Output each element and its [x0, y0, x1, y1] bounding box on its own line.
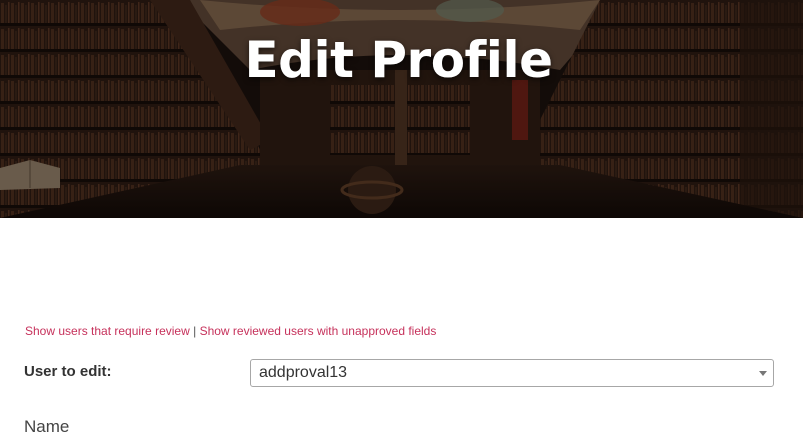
user-to-edit-selected-value: addproval13	[259, 364, 348, 381]
review-links-bar: Show users that require review | Show re…	[25, 324, 436, 338]
link-separator: |	[193, 324, 197, 338]
name-field-label: Name	[24, 417, 70, 434]
page-title: Edit Profile	[244, 31, 554, 89]
user-to-edit-label: User to edit:	[24, 363, 112, 380]
chevron-down-icon[interactable]	[759, 371, 767, 376]
show-reviewed-unapproved-link[interactable]: Show reviewed users with unapproved fiel…	[200, 324, 437, 338]
hero-banner: Edit Profile	[0, 0, 803, 218]
show-users-require-review-link[interactable]: Show users that require review	[25, 324, 190, 338]
user-to-edit-select[interactable]: addproval13	[250, 359, 774, 387]
